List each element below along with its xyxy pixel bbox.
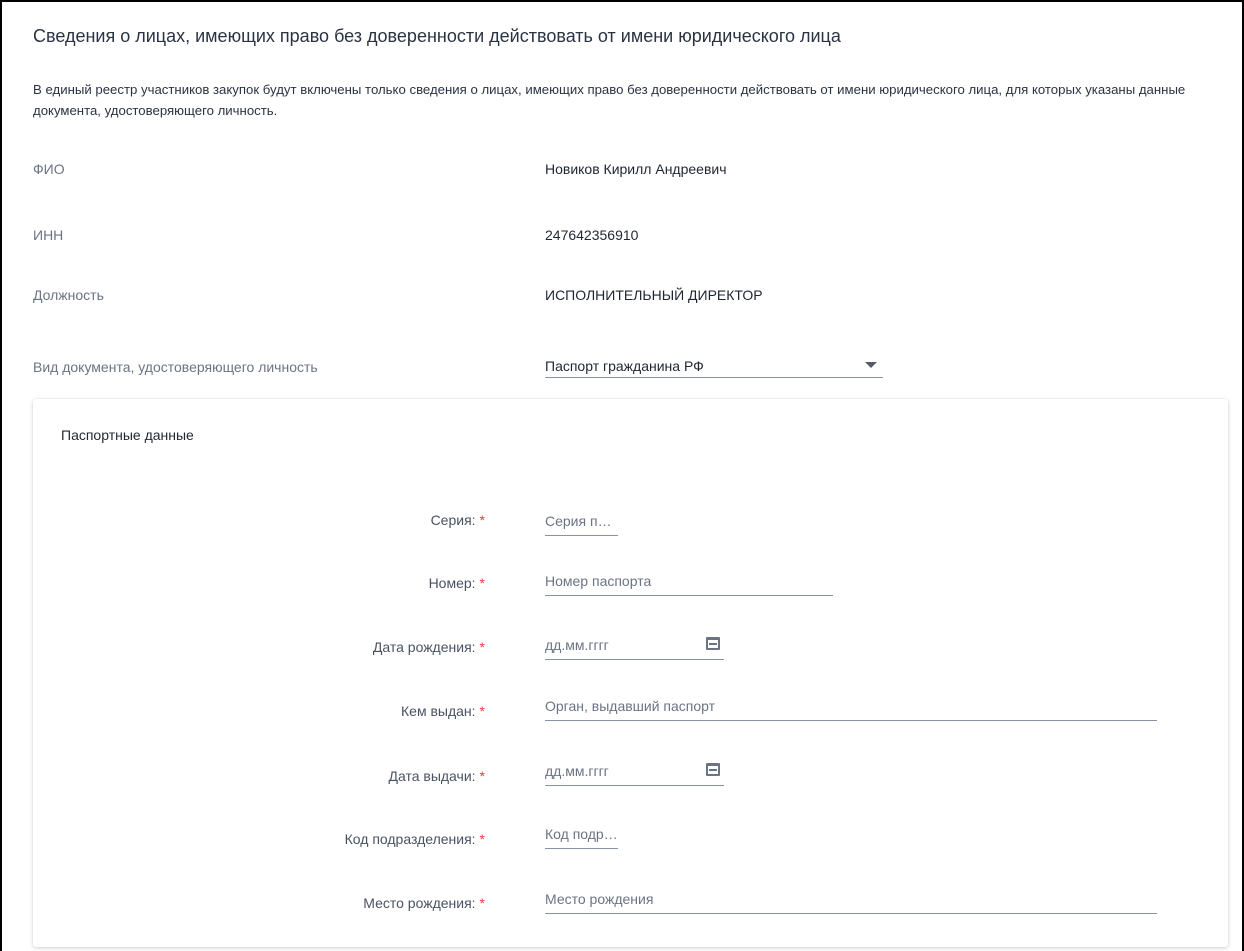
- doc-type-label: Вид документа, удостоверяющего личность: [33, 359, 318, 375]
- issue-date-input[interactable]: [545, 760, 695, 782]
- section-notice: В единый реестр участников закупок будут…: [33, 82, 1186, 118]
- birth-place-field[interactable]: [545, 888, 1157, 914]
- required-mark: *: [479, 768, 485, 784]
- series-input[interactable]: [545, 510, 618, 532]
- position-value: ИСПОЛНИТЕЛЬНЫЙ ДИРЕКТОР: [545, 287, 763, 303]
- calendar-icon[interactable]: [706, 763, 720, 776]
- issued-by-label: Кем выдан: *: [401, 703, 485, 719]
- birth-date-label-text: Дата рождения:: [372, 639, 476, 655]
- birth-date-field[interactable]: [545, 634, 724, 660]
- issued-by-input[interactable]: [545, 695, 1157, 717]
- issued-by-label-text: Кем выдан:: [401, 703, 476, 719]
- number-label: Номер: *: [429, 575, 485, 591]
- birth-place-label-text: Место рождения:: [363, 895, 476, 911]
- birth-date-label: Дата рождения: *: [373, 639, 485, 655]
- required-mark: *: [479, 639, 485, 655]
- doc-type-select[interactable]: Паспорт гражданина РФ: [545, 350, 883, 378]
- birth-place-input[interactable]: [545, 888, 1157, 910]
- inn-value: 247642356910: [545, 227, 639, 243]
- doc-type-selected-value: Паспорт гражданина РФ: [545, 358, 704, 374]
- required-mark: *: [479, 703, 485, 719]
- required-mark: *: [479, 895, 485, 911]
- inn-label: ИНН: [33, 227, 64, 243]
- passport-card-title: Паспортные данные: [61, 427, 194, 443]
- issue-date-field[interactable]: [545, 760, 724, 786]
- issued-by-field[interactable]: [545, 695, 1157, 721]
- calendar-icon[interactable]: [706, 637, 720, 650]
- chevron-down-icon[interactable]: [865, 362, 877, 368]
- number-field[interactable]: [545, 570, 833, 596]
- birth-date-input[interactable]: [545, 634, 695, 656]
- series-label: Серия: *: [431, 512, 485, 528]
- number-input[interactable]: [545, 570, 833, 592]
- division-code-label-text: Код подразделения:: [344, 831, 476, 847]
- issue-date-label-text: Дата выдачи:: [388, 768, 476, 784]
- division-code-field[interactable]: [545, 823, 618, 849]
- required-mark: *: [479, 831, 485, 847]
- position-label: Должность: [33, 287, 104, 303]
- section-title: Сведения о лицах, имеющих право без дове…: [33, 26, 841, 46]
- issue-date-label: Дата выдачи: *: [389, 768, 486, 784]
- fio-value: Новиков Кирилл Андреевич: [545, 161, 727, 177]
- division-code-label: Код подразделения: *: [345, 831, 485, 847]
- passport-card: Паспортные данные Серия:* Номер:* Дата р…: [33, 399, 1228, 947]
- birth-place-label: Место рождения: *: [363, 895, 485, 911]
- required-mark: *: [479, 575, 485, 591]
- required-mark: *: [479, 512, 485, 528]
- division-code-input[interactable]: [545, 823, 618, 845]
- series-label-text: Серия:: [430, 512, 476, 528]
- series-field[interactable]: [545, 510, 618, 536]
- number-label-text: Номер:: [428, 575, 476, 591]
- fio-label: ФИО: [33, 161, 65, 177]
